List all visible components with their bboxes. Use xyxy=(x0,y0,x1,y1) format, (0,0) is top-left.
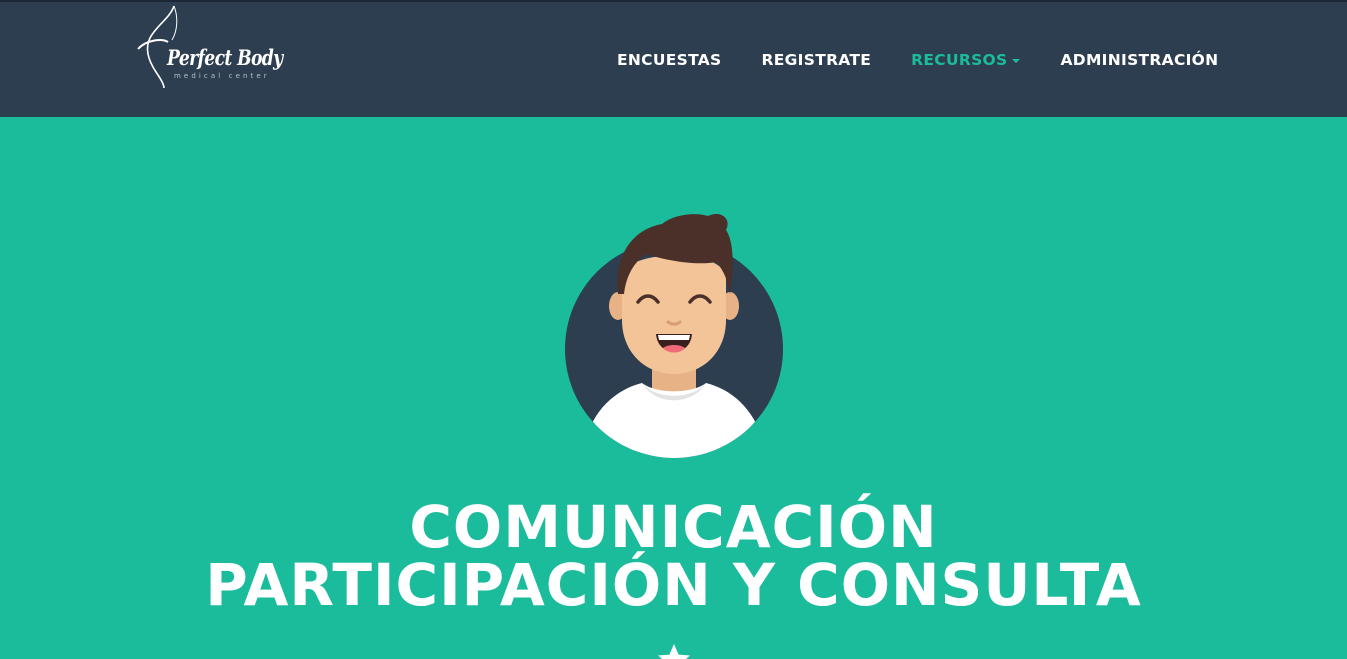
nav-item-administracion[interactable]: ADMINISTRACIÓN xyxy=(1060,51,1218,69)
heading-line-2: PARTICIPACIÓN Y CONSULTA xyxy=(205,551,1142,619)
nav-item-encuestas[interactable]: ENCUESTAS xyxy=(617,51,722,69)
nav-menu: ENCUESTAS REGISTRATE RECURSOS ADMINISTRA… xyxy=(617,48,1218,72)
nav-item-recursos-label: RECURSOS xyxy=(911,51,1008,69)
nav-item-recursos-dropdown[interactable]: RECURSOS xyxy=(911,51,1021,69)
heading-line-1: COMUNICACIÓN xyxy=(409,493,938,561)
brand-logo-link[interactable]: Perfect Body medical center xyxy=(134,2,290,92)
top-navbar: Perfect Body medical center ENCUESTAS RE… xyxy=(0,0,1347,117)
brand-tagline: medical center xyxy=(174,72,270,80)
nav-item-registrate[interactable]: REGISTRATE xyxy=(762,51,872,69)
smiling-man-avatar-icon xyxy=(564,208,784,460)
star-icon xyxy=(656,642,692,659)
caret-down-icon xyxy=(1012,58,1021,63)
brand-name: Perfect Body xyxy=(167,45,283,70)
masthead-heading: COMUNICACIÓN PARTICIPACIÓN Y CONSULTA xyxy=(0,498,1347,614)
